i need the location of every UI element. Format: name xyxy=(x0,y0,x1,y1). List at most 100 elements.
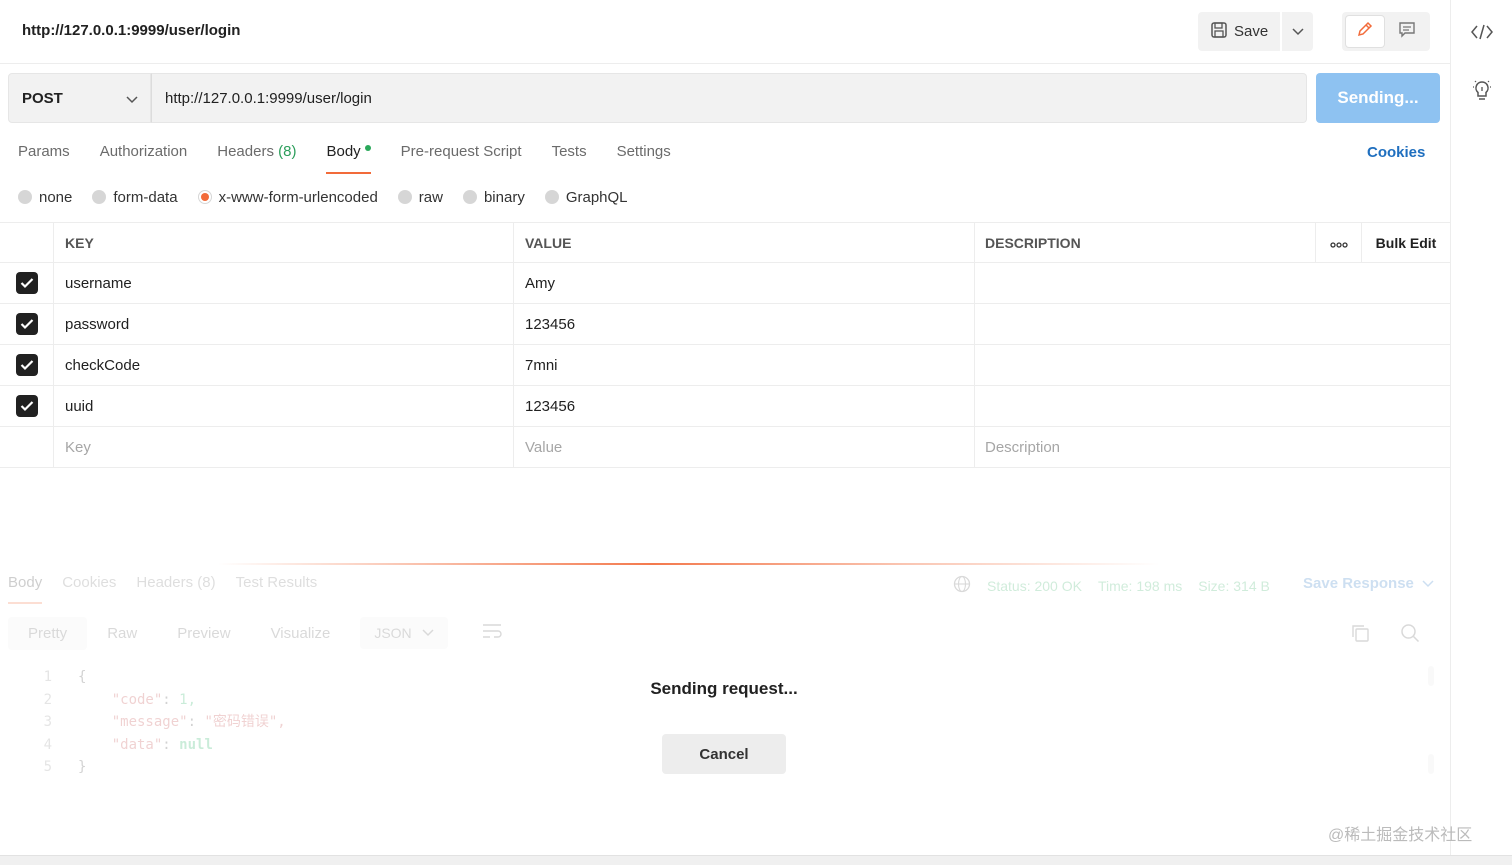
row-checkbox[interactable] xyxy=(15,354,38,376)
body-type-options: none form-data x-www-form-urlencoded raw… xyxy=(18,186,648,208)
new-description-input[interactable]: Description xyxy=(975,427,1450,467)
globe-icon[interactable] xyxy=(953,575,971,596)
row-checkbox[interactable] xyxy=(15,272,38,294)
body-type-binary[interactable]: binary xyxy=(462,189,525,206)
check-icon xyxy=(20,278,33,289)
tab-params[interactable]: Params xyxy=(18,140,70,174)
line-number: 5 xyxy=(43,759,52,775)
comment-mode-button[interactable] xyxy=(1388,16,1426,47)
code-line: 3 "message": "密码错误", xyxy=(0,711,286,734)
scrollbar-thumb[interactable] xyxy=(1428,754,1434,774)
tab-headers[interactable]: Headers (8) xyxy=(217,140,296,174)
sending-progress-line xyxy=(0,563,1450,565)
radio xyxy=(18,190,32,204)
row-checkbox-cell xyxy=(0,345,54,385)
table-header-row: KEY VALUE DESCRIPTION Bulk Edit xyxy=(0,222,1450,263)
json-key: "message" xyxy=(111,714,188,730)
row-value[interactable]: Amy xyxy=(514,263,975,303)
watermark: @稀土掘金技术社区 xyxy=(1328,827,1473,844)
view-raw[interactable]: Raw xyxy=(87,617,157,650)
header-check-cell xyxy=(0,223,54,262)
row-key[interactable]: username xyxy=(54,263,514,303)
row-checkbox-cell xyxy=(0,427,54,467)
new-key-input[interactable]: Key xyxy=(54,427,514,467)
row-description[interactable] xyxy=(975,263,1450,303)
search-icon[interactable] xyxy=(1400,623,1420,648)
tab-prerequest-script[interactable]: Pre-request Script xyxy=(401,140,522,174)
resp-tab-body[interactable]: Body xyxy=(8,574,43,604)
edit-mode-button[interactable] xyxy=(1346,16,1384,47)
copy-icon[interactable] xyxy=(1350,623,1370,648)
tab-tests[interactable]: Tests xyxy=(552,140,587,174)
body-type-form-data[interactable]: form-data xyxy=(92,189,178,206)
resp-tab-headers[interactable]: Headers (8) xyxy=(136,574,215,604)
radio xyxy=(397,190,412,204)
save-button[interactable]: Save xyxy=(1198,12,1280,51)
response-size: Size: 314 B xyxy=(1198,577,1270,594)
check-icon xyxy=(20,360,33,371)
bulk-edit-button[interactable]: Bulk Edit xyxy=(1362,223,1450,262)
more-options-button[interactable] xyxy=(1316,223,1362,262)
lightbulb-icon[interactable] xyxy=(1469,78,1495,104)
send-button[interactable]: Sending... xyxy=(1316,73,1440,123)
code-line: 5} xyxy=(0,756,286,779)
radio-label: GraphQL xyxy=(565,188,628,206)
row-checkbox-cell xyxy=(0,304,54,344)
row-key[interactable]: checkCode xyxy=(54,345,514,385)
body-type-graphql[interactable]: GraphQL xyxy=(544,188,628,206)
body-type-urlencoded[interactable]: x-www-form-urlencoded xyxy=(197,189,378,206)
wrap-lines-icon[interactable] xyxy=(482,623,502,644)
response-tabs: Body Cookies Headers (8) Test Results xyxy=(8,574,337,604)
method-select[interactable]: POST xyxy=(8,73,151,123)
cancel-button[interactable]: Cancel xyxy=(662,734,786,774)
url-input[interactable]: http://127.0.0.1:9999/user/login xyxy=(151,73,1307,123)
save-options-button[interactable] xyxy=(1282,12,1313,51)
resp-tab-cookies[interactable]: Cookies xyxy=(62,574,116,604)
response-view-bar: Pretty Raw Preview Visualize JSON xyxy=(8,615,508,651)
row-key[interactable]: uuid xyxy=(54,386,514,426)
save-label: Save xyxy=(1234,23,1269,40)
row-checkbox-cell xyxy=(0,263,54,303)
body-type-raw[interactable]: raw xyxy=(397,188,443,206)
radio xyxy=(92,190,107,204)
radio-label: raw xyxy=(418,188,443,206)
cookies-link[interactable]: Cookies xyxy=(1367,144,1425,161)
radio xyxy=(462,190,477,204)
request-title[interactable]: http://127.0.0.1:9999/user/login xyxy=(22,22,240,39)
row-description[interactable] xyxy=(975,386,1450,426)
column-header-description: DESCRIPTION xyxy=(975,223,1316,262)
code-icon[interactable] xyxy=(1469,19,1495,45)
view-mode-toggle xyxy=(1342,12,1430,51)
tab-body[interactable]: Body xyxy=(326,140,371,174)
row-value[interactable]: 7mni xyxy=(514,345,975,385)
row-checkbox-cell xyxy=(0,386,54,426)
table-row: password 123456 xyxy=(0,304,1450,345)
row-value[interactable]: 123456 xyxy=(514,304,975,344)
tab-authorization[interactable]: Authorization xyxy=(100,140,188,174)
tab-settings[interactable]: Settings xyxy=(617,140,671,174)
row-key[interactable]: password xyxy=(54,304,514,344)
response-time: Time: 198 ms xyxy=(1097,577,1183,594)
resp-tab-test-results[interactable]: Test Results xyxy=(236,574,318,604)
response-status: Status: 200 OK xyxy=(987,577,1082,594)
row-description[interactable] xyxy=(975,345,1450,385)
params-table: KEY VALUE DESCRIPTION Bulk Edit username… xyxy=(0,222,1450,468)
format-select[interactable]: JSON xyxy=(360,617,448,649)
view-visualize[interactable]: Visualize xyxy=(251,617,351,650)
view-pretty[interactable]: Pretty xyxy=(8,616,88,650)
chevron-down-icon xyxy=(1422,575,1434,592)
row-value[interactable]: 123456 xyxy=(514,386,975,426)
new-value-input[interactable]: Value xyxy=(514,427,975,467)
row-checkbox[interactable] xyxy=(15,313,38,335)
row-checkbox[interactable] xyxy=(15,395,38,417)
save-response-button[interactable]: Save Response xyxy=(1303,575,1434,592)
status-bar xyxy=(0,855,1512,865)
radio xyxy=(544,190,559,204)
table-row: checkCode 7mni xyxy=(0,345,1450,386)
row-description[interactable] xyxy=(975,304,1450,344)
json-key: "data" xyxy=(111,736,163,753)
view-preview[interactable]: Preview xyxy=(157,617,250,650)
table-row-empty: Key Value Description xyxy=(0,427,1450,468)
body-type-none[interactable]: none xyxy=(18,189,72,206)
more-icon xyxy=(1329,235,1348,251)
